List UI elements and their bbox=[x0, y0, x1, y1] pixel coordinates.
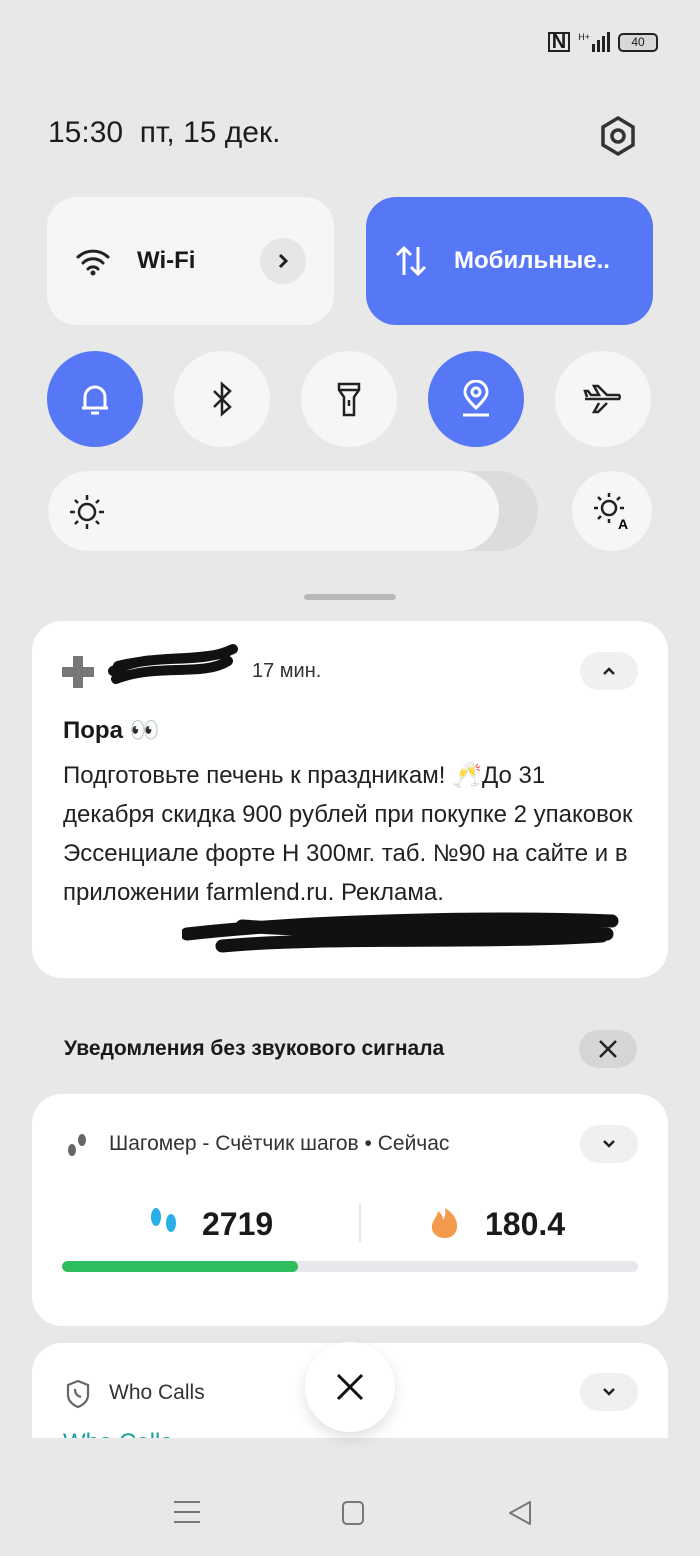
settings-icon[interactable] bbox=[600, 115, 636, 161]
airplane-icon bbox=[583, 384, 621, 414]
auto-brightness-icon: A bbox=[594, 493, 628, 531]
menu-icon bbox=[174, 1501, 200, 1523]
redaction-scribble bbox=[180, 906, 622, 966]
wifi-label: Wi-Fi bbox=[137, 247, 196, 274]
whocalls-app-name: Who Calls bbox=[109, 1381, 205, 1404]
nav-back-button[interactable] bbox=[508, 1500, 532, 1531]
bluetooth-toggle[interactable] bbox=[174, 351, 270, 447]
notification-body: Подготовьте печень к праздникам! 🥂До 31 … bbox=[63, 762, 633, 906]
notification-farmlend[interactable]: 17 мин. Пора 👀 Подготовьте печень к праз… bbox=[32, 621, 668, 978]
steps-icon bbox=[147, 1204, 181, 1245]
battery-icon: 40 bbox=[618, 32, 658, 52]
drag-handle[interactable] bbox=[304, 594, 396, 600]
clear-silent-button[interactable] bbox=[579, 1030, 637, 1068]
footprints-icon bbox=[64, 1130, 90, 1165]
steps-count: 2719 bbox=[202, 1206, 274, 1242]
close-icon bbox=[599, 1040, 617, 1058]
flashlight-toggle[interactable] bbox=[301, 351, 397, 447]
bluetooth-icon bbox=[213, 381, 232, 417]
notification-time: 17 мин. bbox=[252, 660, 322, 682]
redaction-scribble bbox=[108, 641, 238, 691]
expand-button[interactable] bbox=[580, 1373, 638, 1411]
collapse-button[interactable] bbox=[580, 652, 638, 690]
location-icon bbox=[463, 380, 489, 417]
location-toggle[interactable] bbox=[428, 351, 524, 447]
brightness-icon bbox=[68, 493, 106, 536]
pedometer-header: Шагомер - Счётчик шагов • Сейчас bbox=[109, 1132, 450, 1155]
signal-icon: H+ bbox=[578, 32, 610, 52]
wifi-expand-button[interactable] bbox=[260, 238, 306, 284]
calories-value: 180.4 bbox=[485, 1206, 566, 1242]
pharmacy-cross-icon bbox=[62, 656, 94, 693]
back-triangle-icon bbox=[509, 1501, 531, 1525]
bell-icon bbox=[82, 385, 108, 415]
divider bbox=[359, 1204, 361, 1242]
nfc-icon: N bbox=[547, 32, 571, 52]
mobile-data-tile[interactable]: Мобильные.. bbox=[366, 197, 653, 325]
clear-all-button[interactable] bbox=[305, 1342, 395, 1432]
airplane-toggle[interactable] bbox=[555, 351, 651, 447]
nav-menu-button[interactable] bbox=[174, 1500, 200, 1529]
shield-phone-icon bbox=[66, 1379, 90, 1414]
auto-brightness-button[interactable]: A bbox=[572, 471, 652, 551]
steps-progress-bar bbox=[62, 1261, 638, 1272]
silent-section-label: Уведомления без звукового сигнала bbox=[64, 1037, 445, 1060]
home-square-icon bbox=[342, 1501, 364, 1525]
status-bar: N H+ 40 bbox=[547, 32, 658, 52]
whocalls-preview: Who Calls bbox=[63, 1429, 172, 1438]
svg-text:A: A bbox=[618, 516, 628, 531]
sound-toggle[interactable] bbox=[47, 351, 143, 447]
wifi-icon bbox=[76, 249, 110, 276]
notification-pedometer[interactable]: Шагомер - Счётчик шагов • Сейчас 2719 18… bbox=[32, 1094, 668, 1326]
close-icon bbox=[336, 1373, 364, 1401]
data-arrows-icon bbox=[395, 245, 427, 277]
wifi-tile[interactable]: Wi-Fi bbox=[47, 197, 334, 325]
clock-date: 15:30 пт, 15 дек. bbox=[48, 116, 281, 149]
flame-icon bbox=[428, 1202, 462, 1245]
brightness-slider[interactable] bbox=[48, 471, 538, 551]
flashlight-icon bbox=[337, 382, 361, 417]
nav-home-button[interactable] bbox=[342, 1501, 364, 1530]
notification-title: Пора 👀 bbox=[63, 717, 160, 744]
mobile-data-label: Мобильные.. bbox=[454, 247, 610, 274]
expand-button[interactable] bbox=[580, 1125, 638, 1163]
